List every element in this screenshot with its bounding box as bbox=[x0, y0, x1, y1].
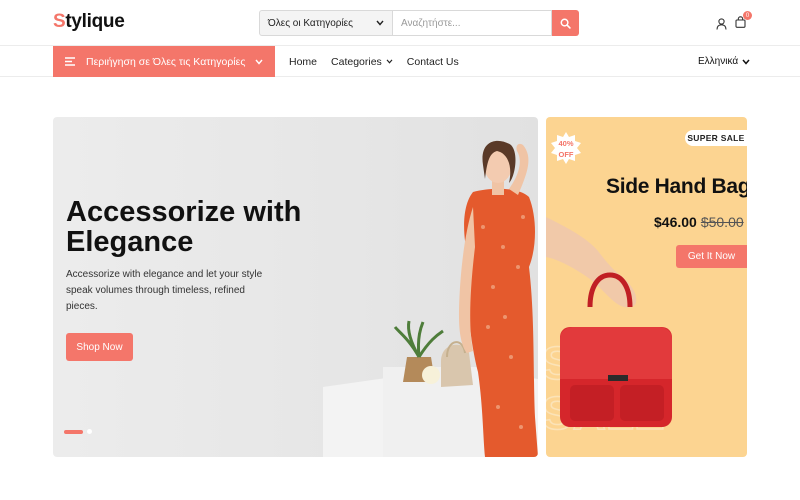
search-input[interactable]: Αναζητήστε... bbox=[393, 10, 552, 36]
hero-model-image bbox=[323, 140, 538, 457]
shop-now-button[interactable]: Shop Now bbox=[66, 333, 133, 361]
browse-categories-label: Περιήγηση σε Όλες τις Κατηγορίες bbox=[86, 55, 246, 68]
category-select[interactable]: Όλες οι Κατηγορίες bbox=[259, 10, 393, 36]
search-placeholder: Αναζητήστε... bbox=[401, 17, 461, 29]
nav-link-categories-label: Categories bbox=[331, 55, 382, 68]
promo-title: Side Hand Bag bbox=[606, 175, 747, 198]
logo-accent-letter: S bbox=[53, 11, 66, 32]
main-nav: Περιήγηση σε Όλες τις Κατηγορίες Home Ca… bbox=[0, 46, 800, 77]
slider-pagination bbox=[64, 429, 92, 434]
get-it-now-button[interactable]: Get It Now bbox=[676, 245, 747, 268]
hero-description: Accessorize with elegance and let your s… bbox=[66, 269, 263, 312]
menu-icon bbox=[65, 57, 75, 66]
search-button[interactable] bbox=[552, 10, 579, 36]
discount-label: 40% OFF bbox=[549, 138, 583, 160]
nav-link-contact[interactable]: Contact Us bbox=[407, 56, 459, 68]
current-price: $46.00 bbox=[654, 214, 697, 230]
site-header: Stylique Όλες οι Κατηγορίες Αναζητήστε..… bbox=[0, 0, 800, 46]
handbag-promo-image: SALE SALE bbox=[546, 217, 672, 440]
discount-off-word: OFF bbox=[558, 150, 574, 159]
hero-title: Accessorize with Elegance bbox=[66, 196, 302, 258]
user-icon[interactable] bbox=[716, 18, 727, 30]
super-sale-badge: SUPER SALE bbox=[685, 130, 747, 146]
logo-text: tylique bbox=[65, 11, 125, 32]
promo-banner[interactable]: SALE SALE SUPER SALE 40% OFF Side Hand B… bbox=[546, 117, 747, 457]
discount-percent: 40% bbox=[558, 139, 574, 148]
chevron-down-icon bbox=[376, 20, 384, 26]
cart-button[interactable]: 0 bbox=[735, 11, 752, 33]
promo-price: $46.00 $50.00 bbox=[654, 214, 744, 230]
chevron-down-icon bbox=[742, 59, 750, 65]
header-actions: 0 bbox=[716, 11, 752, 33]
chevron-down-icon bbox=[255, 59, 263, 65]
chevron-down-icon bbox=[386, 59, 393, 64]
cart-count-badge: 0 bbox=[743, 11, 752, 20]
language-label: Ελληνικά bbox=[698, 56, 739, 67]
slider-dot[interactable] bbox=[87, 429, 92, 434]
nav-link-categories[interactable]: Categories bbox=[331, 56, 393, 68]
category-select-value: Όλες οι Κατηγορίες bbox=[268, 17, 353, 29]
nav-link-home[interactable]: Home bbox=[289, 56, 317, 68]
language-selector[interactable]: Ελληνικά bbox=[698, 46, 750, 77]
hero-slider: Accessorize with Elegance Accessorize wi… bbox=[53, 117, 538, 457]
search-bar: Όλες οι Κατηγορίες Αναζητήστε... bbox=[259, 10, 579, 36]
nav-links: Home Categories Contact Us bbox=[289, 46, 459, 77]
logo[interactable]: Stylique bbox=[53, 11, 125, 33]
browse-categories-button[interactable]: Περιήγηση σε Όλες τις Κατηγορίες bbox=[53, 46, 275, 77]
slider-dot-active[interactable] bbox=[64, 429, 83, 434]
search-icon bbox=[560, 18, 571, 29]
old-price: $50.00 bbox=[700, 214, 744, 230]
